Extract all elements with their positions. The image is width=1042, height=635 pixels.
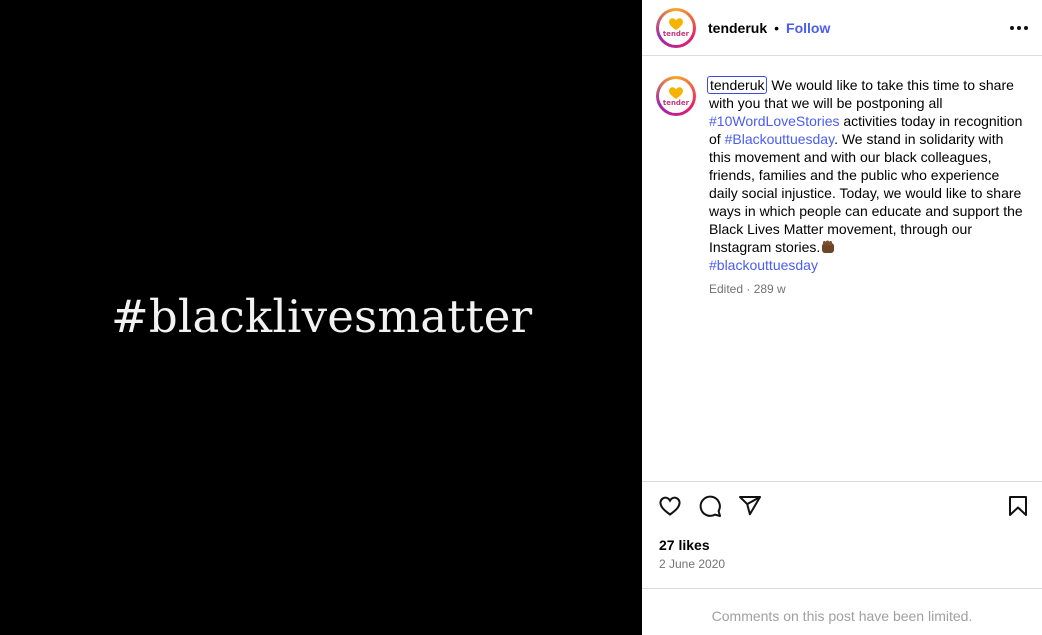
avatar-logo: tender	[659, 10, 693, 45]
caption-text: tenderuk We would like to take this time…	[707, 76, 1028, 274]
post-date: 2 June 2020	[659, 557, 726, 571]
comments-limited-notice: Comments on this post have been limited.	[711, 608, 973, 624]
post-side-panel: tender tenderuk • Follow tender tenderuk	[642, 0, 1042, 635]
avatar-brand-word: tender	[662, 30, 690, 38]
follow-button[interactable]: Follow	[786, 20, 830, 36]
actions-bar: 27 likes 2 June 2020	[642, 481, 1042, 589]
caption-avatar[interactable]: tender	[656, 76, 696, 116]
post-viewer: #blacklivesmatter tender tenderuk • Foll…	[0, 0, 1042, 635]
more-icon-dot	[1024, 25, 1028, 30]
comment-icon[interactable]	[698, 494, 722, 518]
post-header: tender tenderuk • Follow	[642, 0, 1042, 56]
avatar-brand-word: tender	[662, 98, 690, 107]
heart-logo-icon	[669, 18, 683, 30]
fist-emoji	[822, 240, 835, 253]
more-icon	[1010, 25, 1014, 30]
avatar[interactable]: tender	[656, 7, 696, 48]
likes-count[interactable]: 27 likes	[659, 537, 710, 553]
more-icon-dot	[1017, 25, 1021, 30]
caption-part-3: . We stand in solidarity with this movem…	[709, 131, 1023, 255]
caption-meta: Edited · 289 w	[709, 282, 786, 296]
caption: tender tenderuk We would like to take th…	[642, 56, 1042, 296]
avatar-logo: tender	[659, 79, 693, 113]
action-icons	[658, 494, 762, 518]
separator-dot: •	[774, 19, 780, 36]
share-icon[interactable]	[738, 494, 762, 518]
caption-body: tenderuk We would like to take this time…	[707, 76, 1028, 296]
post-media[interactable]: #blacklivesmatter	[0, 0, 642, 635]
heart-logo-icon	[669, 86, 683, 99]
heart-icon[interactable]	[658, 494, 682, 518]
header-username[interactable]: tenderuk	[708, 20, 767, 36]
hashtag-link[interactable]: #Blackouttuesday	[725, 131, 834, 147]
bookmark-icon[interactable]	[1006, 494, 1030, 518]
caption-username[interactable]: tenderuk	[707, 76, 768, 94]
more-options-button[interactable]	[1010, 20, 1028, 36]
hashtag-link[interactable]: #10WordLoveStories	[709, 113, 839, 129]
media-hashtag-text: #blacklivesmatter	[111, 290, 533, 343]
hashtag-link[interactable]: #blackouttuesday	[709, 257, 818, 273]
